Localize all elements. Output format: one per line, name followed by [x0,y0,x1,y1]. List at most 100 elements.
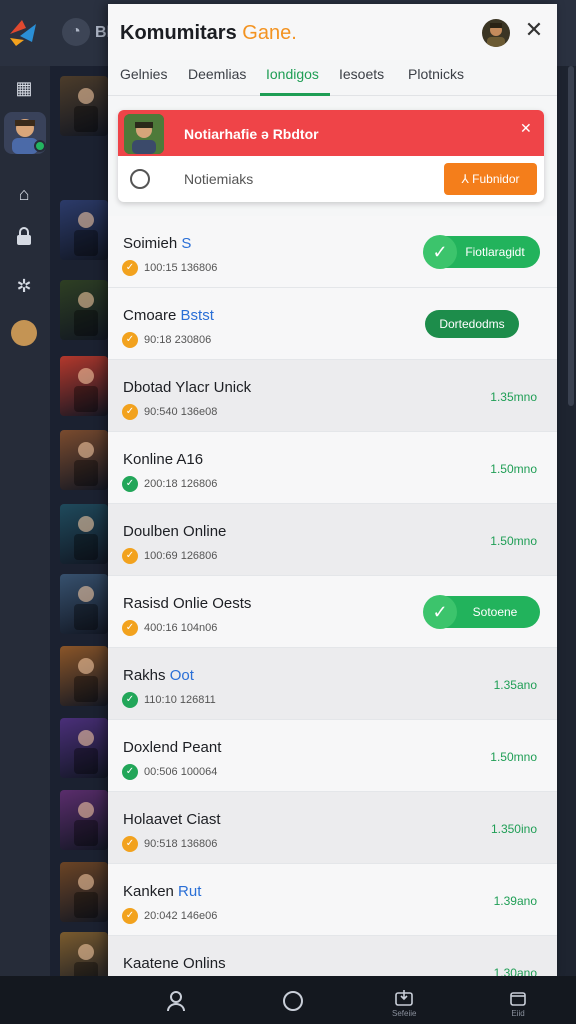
game-title-text: Kanken [123,883,174,900]
game-title-text: Rakhs [123,667,166,684]
installed-button[interactable]: ✓ Fiotlaragidt [423,235,540,269]
game-title: Holaavet Ciast [123,811,221,828]
clock-icon[interactable]: ◔ [62,18,90,46]
game-title: Rasisd Onlie Oests [123,595,251,612]
check-badge-icon: ✓ [122,764,138,780]
bottom-navigation: Sefeiie Eiid [0,976,576,1024]
game-title-text: Doulben Online [123,523,227,540]
tab-plotnicks[interactable]: Plotnicks [408,66,464,82]
game-thumbnail[interactable] [60,280,108,340]
game-thumbnail[interactable] [60,862,108,922]
game-thumbnail[interactable] [60,718,108,778]
game-title: Cmoare Bstst [123,307,214,324]
game-row[interactable]: Soimieh S ✓ 100:15 136806 ✓ Fiotlaragidt [108,216,557,288]
game-thumbnail-column [50,66,108,992]
notification-title: Notiarhafie ə Rbdtor [184,126,319,142]
game-price: 1.35mno [490,390,537,404]
game-title-text: Rasisd Onlie Oests [123,595,252,612]
close-icon[interactable]: ✕ [522,18,546,42]
home-circle-icon[interactable] [282,990,304,1017]
game-meta-text: 20:042 146e06 [144,910,218,922]
submit-button-icon: ⅄ [461,172,469,186]
game-title-text: Dbotad Ylacr Unick [123,379,252,396]
game-price: 1.35ano [493,678,537,692]
game-meta: ✓ 100:15 136806 [122,260,217,276]
installed-button[interactable]: ✓ Sotoene [423,595,540,629]
game-meta: ✓ 90:518 136806 [122,836,217,852]
left-rail: ▦ ⌂ ✲ [0,66,50,976]
game-title: Konline A16 [123,451,203,468]
check-badge-icon: ✓ [122,260,138,276]
game-meta-text: 90:540 136e08 [144,406,218,418]
game-thumbnail[interactable] [60,504,108,564]
game-row[interactable]: Rakhs Oot ✓ 110:10 126811 1.35ano [108,648,557,720]
game-row[interactable]: Rasisd Onlie Oests ✓ 400:16 104n06 ✓ Sotoene [108,576,557,648]
game-title: Doulben Online [123,523,226,540]
game-price: 1.350ino [490,822,537,836]
tab-deemlias[interactable]: Deemlias [188,66,246,82]
game-price: 1.50mno [490,750,537,764]
game-row[interactable]: Kaatene Onlins✓1.30ano [108,936,557,976]
game-meta-text: 90:18 230806 [144,334,212,346]
notification-radio[interactable] [130,169,150,189]
game-row[interactable]: Dbotad Ylacr Unick ✓ 90:540 136e08 1.35mno [108,360,557,432]
game-meta: ✓ 00:506 100064 [122,764,217,780]
user-avatar[interactable] [482,19,510,47]
game-meta: ✓ 100:69 126806 [122,548,217,564]
game-title-tag: Oot [169,667,194,684]
game-meta: ✓ 110:10 126811 [122,692,216,708]
notification-header: Notiarhafie ə Rbdtor ✕ [118,110,544,156]
game-title-text: Holaavet Ciast [123,811,221,828]
game-thumbnail[interactable] [60,356,108,416]
window-nav-item[interactable]: Eiid [510,990,526,1018]
tab-gelnies[interactable]: Gelnies [120,66,167,82]
game-row[interactable]: Konline A16 ✓ 200:18 126806 1.50mno [108,432,557,504]
check-badge-icon: ✓ [122,548,138,564]
game-title-tag: Bstst [180,307,214,324]
check-badge-icon: ✓ [122,476,138,492]
submit-button[interactable]: ⅄ Fubnidor [444,163,537,195]
panel-title: Komumitars Gane. [120,22,297,45]
notification-input[interactable]: Notiemiaks [184,171,253,187]
scrollbar[interactable] [568,66,574,406]
game-thumbnail[interactable] [60,790,108,850]
game-row[interactable]: Doulben Online ✓ 100:69 126806 1.50mno [108,504,557,576]
game-thumbnail[interactable] [60,430,108,490]
gear-icon[interactable]: ✲ [12,274,36,298]
friend-avatar[interactable] [11,320,37,346]
grid-icon[interactable]: ▦ [12,76,36,100]
game-title-text: Doxlend Peant [123,739,222,756]
checkmark-icon: ✓ [423,235,457,269]
game-thumbnail[interactable] [60,76,108,136]
game-meta: ✓ 90:540 136e08 [122,404,217,420]
download-nav-item[interactable]: Sefeiie [392,990,416,1018]
check-badge-icon: ✓ [122,620,138,636]
game-title-text: Konline A16 [123,451,204,468]
game-title-text: Cmoare [123,307,177,324]
person-icon[interactable] [166,990,186,1017]
app-logo-icon [10,20,36,46]
game-thumbnail[interactable] [60,200,108,260]
notification-close-icon[interactable]: ✕ [520,120,532,137]
check-badge-icon: ✓ [122,332,138,348]
game-thumbnail[interactable] [60,574,108,634]
game-thumbnail[interactable] [60,646,108,706]
game-title: Rakhs Oot [123,667,194,684]
tab-iesoets[interactable]: Iesoets [339,66,384,82]
check-badge-icon: ✓ [122,692,138,708]
home-icon[interactable]: ⌂ [12,182,36,206]
download-button[interactable]: Dortedodms [425,310,519,338]
game-meta-text: 90:518 136806 [144,838,218,850]
game-title: Kanken Rut [123,883,201,900]
game-row[interactable]: Kanken Rut ✓ 20:042 146e06 1.39ano [108,864,557,936]
game-row[interactable]: Cmoare Bstst ✓ 90:18 230806 Dortedodms [108,288,557,360]
installed-button-label: Sotoene [472,605,518,619]
game-row[interactable]: Holaavet Ciast ✓ 90:518 136806 1.350ino [108,792,557,864]
lock-icon[interactable] [12,226,36,250]
panel-title-accent: Gane. [242,22,297,44]
tab-iondigos[interactable]: Iondigos [266,66,319,82]
game-title-tag: Rut [178,883,202,900]
game-row[interactable]: Doxlend Peant ✓ 00:506 100064 1.50mno [108,720,557,792]
submit-button-label: Fubnidor [472,172,520,186]
game-title-tag: S [181,235,192,252]
